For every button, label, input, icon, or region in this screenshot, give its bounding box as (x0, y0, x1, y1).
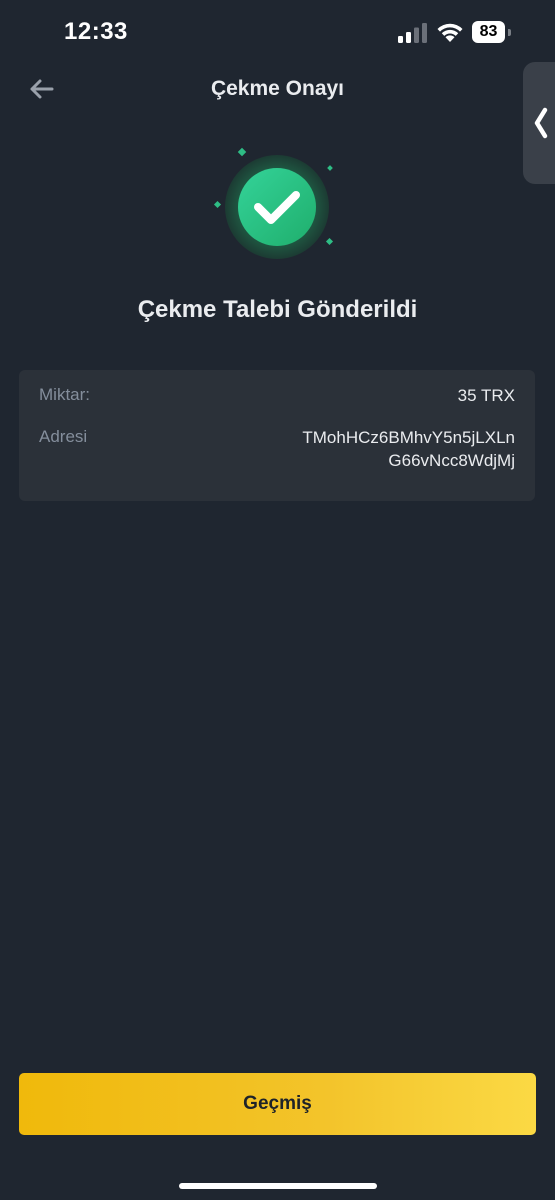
status-bar: 12:33 83 (0, 0, 555, 64)
status-title: Çekme Talebi Gönderildi (137, 296, 418, 323)
details-card: Miktar: 35 TRX Adresi TMohHCz6BMhvY5n5jL… (19, 370, 535, 501)
wifi-icon (437, 23, 463, 42)
battery-level: 83 (472, 21, 505, 43)
address-label: Adresi (39, 427, 88, 446)
check-circle-icon (213, 147, 334, 259)
home-indicator (179, 1183, 377, 1189)
page-title: Çekme Onayı (210, 77, 345, 100)
address-line-2: G66vNcc8WdjMj (388, 451, 515, 470)
address-line-1: TMohHCz6BMhvY5n5jLXLn (302, 428, 515, 447)
status-time: 12:33 (64, 18, 128, 45)
amount-label: Miktar: (39, 385, 90, 404)
withdrawal-confirmation-screen: 12:33 83 Çekme Onayı Çekme Talebi Gönder… (0, 0, 555, 1200)
cellular-signal-icon (398, 23, 427, 43)
battery-tip (508, 29, 511, 36)
history-button[interactable]: Geçmiş (19, 1073, 536, 1135)
amount-value: 35 TRX (457, 386, 515, 405)
side-panel-handle[interactable] (523, 62, 555, 184)
battery-indicator: 83 (472, 21, 511, 44)
chevron-left-icon (534, 107, 548, 139)
address-value: TMohHCz6BMhvY5n5jLXLn G66vNcc8WdjMj (302, 426, 515, 472)
